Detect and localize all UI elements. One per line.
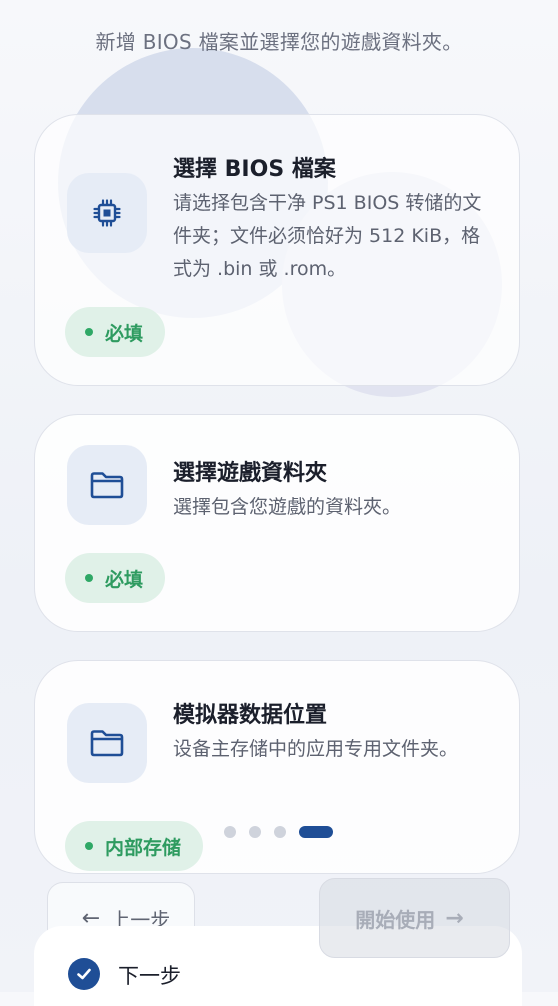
page-dot[interactable]	[249, 826, 261, 838]
card-select-bios[interactable]: 選擇 BIOS 檔案 请选择包含干净 PS1 BIOS 转储的文件夹；文件必须恰…	[34, 114, 520, 386]
page-dot[interactable]	[274, 826, 286, 838]
page-indicator	[224, 826, 333, 838]
page-dot-active[interactable]	[299, 826, 333, 838]
arrow-right-icon: →	[445, 905, 464, 931]
status-badge: 内部存储	[65, 821, 204, 871]
card-title: 選擇遊戲資料夾	[173, 461, 328, 486]
card-title: 模拟器数据位置	[173, 703, 328, 728]
card-description: 请选择包含干净 PS1 BIOS 转储的文件夹；文件必须恰好为 512 KiB，…	[173, 192, 482, 280]
page-dot[interactable]	[224, 826, 236, 838]
check-circle-icon	[68, 958, 100, 990]
card-title: 選擇 BIOS 檔案	[173, 157, 336, 182]
status-badge: 必填	[65, 307, 166, 357]
folder-icon	[67, 703, 147, 783]
badge-dot	[85, 328, 93, 336]
next-step-label: 下一步	[118, 964, 181, 988]
badge-dot	[85, 574, 93, 582]
start-button-label: 開始使用	[355, 907, 436, 932]
badge-label: 必填	[105, 322, 144, 345]
start-button[interactable]: 開始使用 →	[319, 878, 510, 958]
badge-label: 内部存储	[105, 836, 182, 859]
page-subtitle: 新增 BIOS 檔案並選擇您的遊戲資料夾。	[95, 30, 463, 54]
card-emulator-data-location[interactable]: 模拟器数据位置 设备主存储中的应用专用文件夹。 内部存储	[34, 660, 520, 874]
status-badge: 必填	[65, 553, 166, 603]
folder-icon	[67, 445, 147, 525]
card-select-games-folder[interactable]: 選擇遊戲資料夾 選擇包含您遊戲的資料夾。 必填	[34, 414, 520, 632]
badge-dot	[85, 842, 93, 850]
badge-label: 必填	[105, 568, 144, 591]
card-description: 设备主存储中的应用专用文件夹。	[173, 738, 459, 760]
chip-icon	[67, 173, 147, 253]
card-description: 選擇包含您遊戲的資料夾。	[173, 496, 402, 518]
